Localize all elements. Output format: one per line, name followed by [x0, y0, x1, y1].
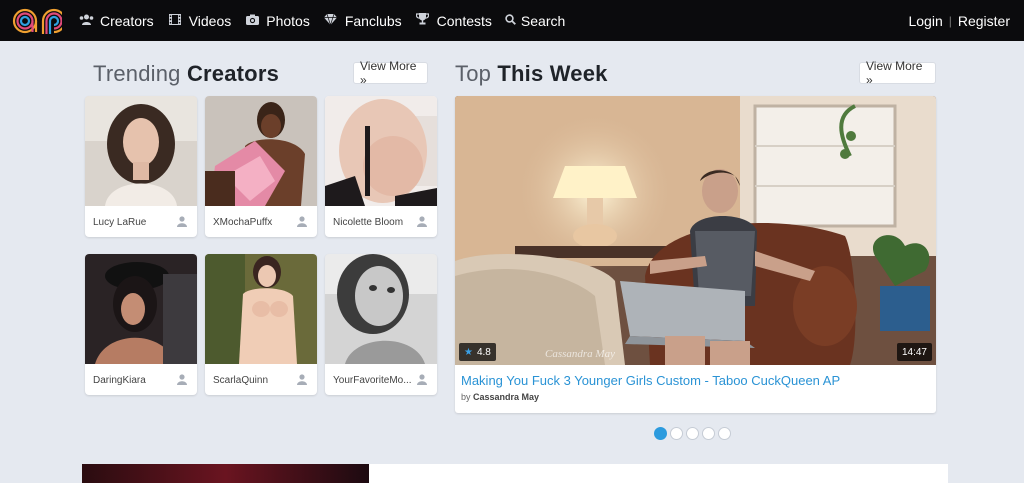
carousel-dot[interactable]	[702, 427, 715, 440]
carousel-dot[interactable]	[686, 427, 699, 440]
carousel-pagination	[654, 427, 731, 440]
featured-video-thumbnail[interactable]	[455, 96, 936, 365]
nav-photos-label: Photos	[266, 12, 310, 29]
top-navbar: Creators Videos Photos Fanclubs Contests	[0, 0, 1024, 41]
search-icon	[505, 13, 517, 28]
auth-links: Login | Register	[908, 0, 1010, 41]
creator-thumbnail	[85, 96, 197, 206]
trophy-icon	[415, 13, 431, 28]
creator-card[interactable]: YourFavoriteMo...	[325, 254, 437, 395]
trending-creators-heading: Trending Creators	[93, 61, 279, 87]
promo-banner-image[interactable]	[82, 464, 369, 483]
carousel-dot[interactable]	[654, 427, 667, 440]
nav-search[interactable]: Search	[505, 13, 565, 29]
duration-badge: 14:47	[896, 343, 932, 361]
carousel-dot[interactable]	[670, 427, 683, 440]
creator-name: YourFavoriteMo...	[333, 375, 412, 386]
nav-photos[interactable]: Photos	[244, 13, 310, 29]
creator-name: DaringKiara	[93, 375, 146, 386]
creator-name: Nicolette Bloom	[333, 217, 404, 228]
promo-banner-panel	[369, 464, 948, 483]
creator-card[interactable]: XMochaPuffx	[205, 96, 317, 237]
trending-title-light: Trending	[93, 61, 181, 86]
rating-value: 4.8	[476, 346, 491, 358]
person-icon	[417, 216, 427, 227]
person-icon	[297, 374, 307, 385]
author-link[interactable]: Cassandra May	[473, 392, 539, 402]
video-watermark: Cassandra May	[545, 348, 615, 360]
creator-thumbnail	[325, 96, 437, 206]
person-icon	[177, 374, 187, 385]
creator-card[interactable]: Nicolette Bloom	[325, 96, 437, 237]
featured-video-title[interactable]: Making You Fuck 3 Younger Girls Custom -…	[461, 373, 840, 388]
users-icon	[78, 14, 94, 28]
camera-icon	[244, 14, 260, 28]
carousel-dot[interactable]	[718, 427, 731, 440]
nav-creators-label: Creators	[100, 12, 154, 29]
creator-card[interactable]: Lucy LaRue	[85, 96, 197, 237]
nav-search-label: Search	[520, 12, 566, 29]
login-link[interactable]: Login	[908, 13, 942, 29]
film-icon	[167, 13, 183, 28]
trending-title-bold: Creators	[186, 61, 280, 86]
person-icon	[297, 216, 307, 227]
nav-fanclubs-label: Fanclubs	[344, 12, 402, 29]
person-icon	[177, 216, 187, 227]
star-icon: ★	[464, 346, 473, 358]
trending-view-more-button[interactable]: View More »	[353, 59, 428, 87]
person-icon	[417, 374, 427, 385]
top-title-light: Top	[455, 61, 492, 86]
nav-contests-label: Contests	[436, 12, 492, 29]
auth-separator: |	[948, 13, 952, 28]
featured-video-byline: by Cassandra May	[461, 392, 539, 402]
creator-card[interactable]: ScarlaQuinn	[205, 254, 317, 395]
creator-name: Lucy LaRue	[93, 217, 147, 228]
creator-thumbnail	[205, 96, 317, 206]
creator-thumbnail	[85, 254, 197, 364]
creator-name: XMochaPuffx	[213, 217, 273, 228]
nav-videos[interactable]: Videos	[167, 12, 232, 29]
register-link[interactable]: Register	[958, 13, 1010, 29]
featured-video-card[interactable]: ★ 4.8 Cassandra May 14:47 Making You Fuc…	[455, 96, 936, 413]
creator-card[interactable]: DaringKiara	[85, 254, 197, 395]
nav-creators[interactable]: Creators	[78, 13, 154, 29]
nav-fanclubs[interactable]: Fanclubs	[323, 13, 402, 29]
nav-videos-label: Videos	[188, 12, 232, 29]
rating-badge: ★ 4.8	[459, 343, 496, 361]
top-week-view-more-button[interactable]: View More »	[859, 59, 936, 87]
nav-contests[interactable]: Contests	[415, 13, 492, 29]
site-logo[interactable]	[12, 6, 62, 36]
top-title-bold: This Week	[497, 61, 608, 86]
creator-thumbnail	[325, 254, 437, 364]
creator-name: ScarlaQuinn	[213, 375, 269, 386]
creator-thumbnail	[205, 254, 317, 364]
top-this-week-heading: Top This Week	[455, 61, 608, 87]
diamond-icon	[323, 13, 339, 28]
by-label: by	[461, 392, 471, 402]
